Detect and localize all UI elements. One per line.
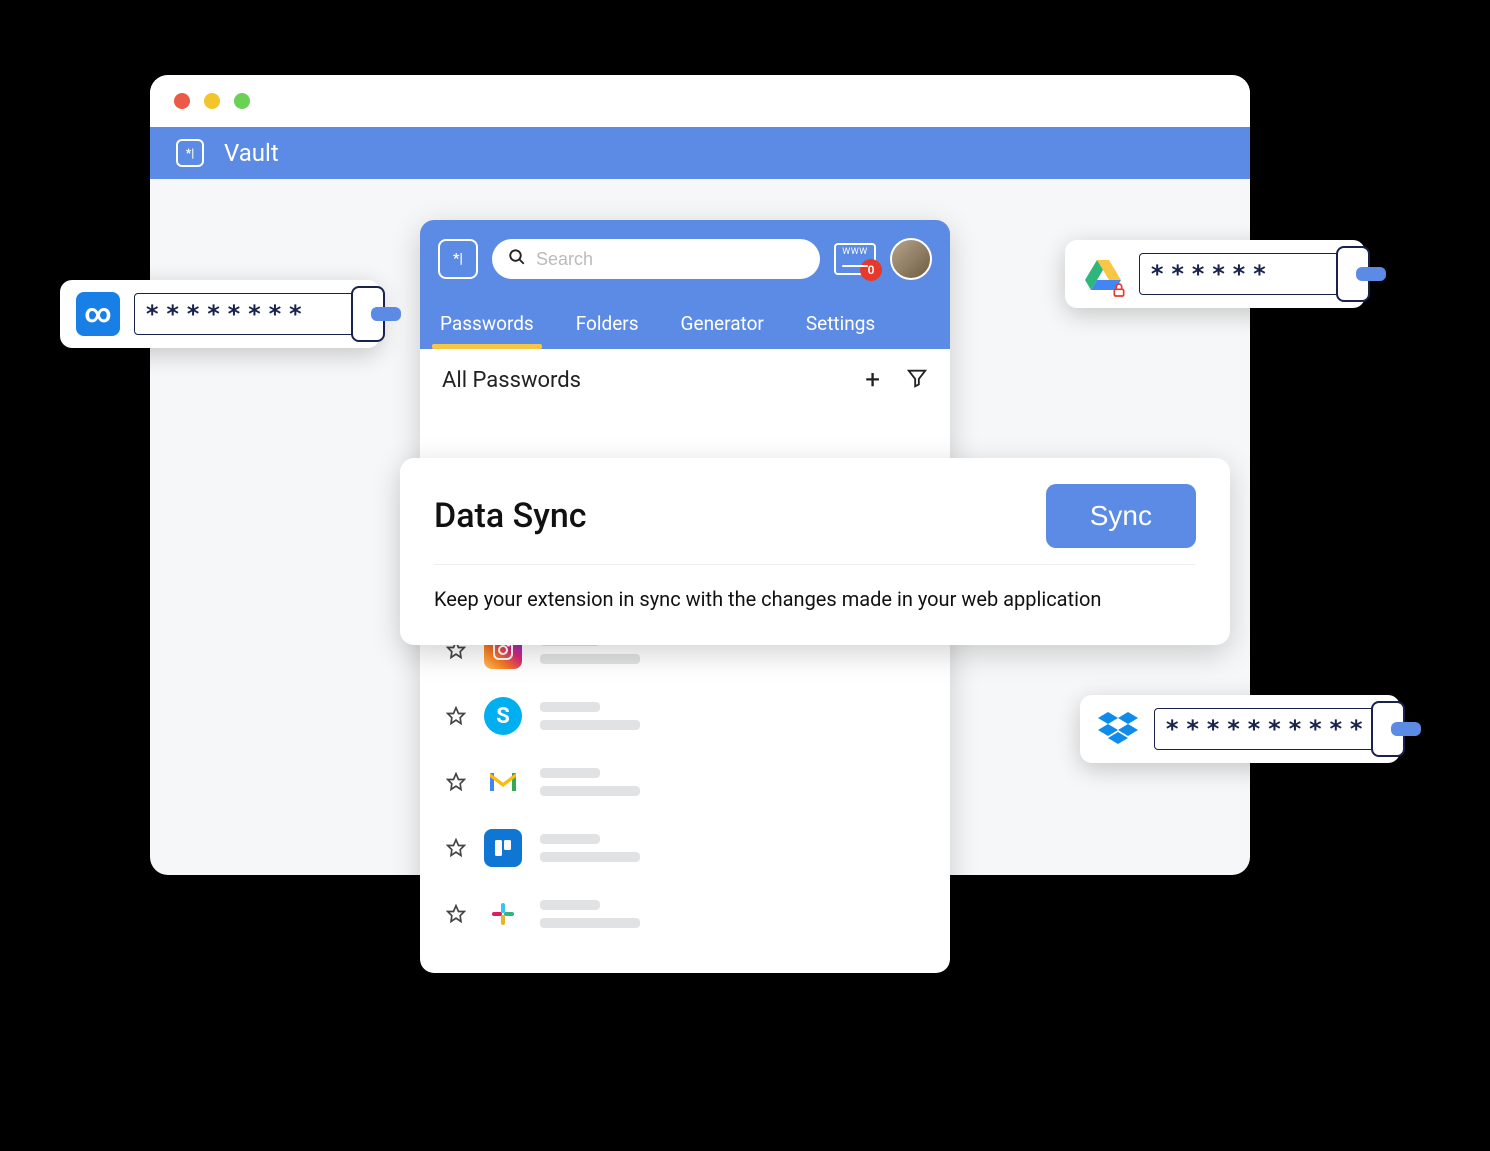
tab-settings[interactable]: Settings — [804, 302, 877, 349]
notification-badge: 0 — [860, 259, 882, 281]
gmail-icon — [484, 763, 522, 801]
slack-icon — [484, 895, 522, 933]
tab-bar: Passwords Folders Generator Settings — [438, 302, 932, 349]
search-input[interactable] — [492, 239, 820, 279]
app-header: *| Vault — [150, 127, 1250, 179]
plus-icon[interactable]: + — [865, 367, 880, 393]
sync-button[interactable]: Sync — [1046, 484, 1196, 548]
section-header: All Passwords + — [420, 349, 950, 411]
phone-icon — [351, 286, 385, 342]
search-field[interactable] — [536, 249, 804, 270]
masked-password: ****** — [1139, 253, 1349, 295]
masked-password: ********** — [1154, 708, 1384, 750]
maximize-icon[interactable] — [234, 93, 250, 109]
avatar[interactable] — [890, 238, 932, 280]
tab-passwords[interactable]: Passwords — [438, 302, 536, 349]
lock-icon — [1111, 282, 1127, 298]
list-item[interactable] — [440, 815, 930, 881]
vault-logo-icon: *| — [438, 239, 478, 279]
password-list: S — [420, 611, 950, 973]
search-icon — [508, 248, 526, 270]
password-pill-top-right: ****** — [1065, 240, 1365, 308]
sync-title: Data Sync — [434, 496, 587, 536]
section-title: All Passwords — [442, 368, 581, 393]
window-chrome — [150, 75, 1250, 127]
star-icon[interactable] — [446, 772, 466, 792]
masked-password: ******** — [134, 293, 364, 335]
tab-generator[interactable]: Generator — [679, 302, 766, 349]
close-icon[interactable] — [174, 93, 190, 109]
tab-folders[interactable]: Folders — [574, 302, 641, 349]
phone-icon — [1336, 246, 1370, 302]
list-item[interactable] — [440, 749, 930, 815]
star-icon[interactable] — [446, 838, 466, 858]
data-sync-card: Data Sync Sync Keep your extension in sy… — [400, 458, 1230, 645]
password-pill-bottom-right: ********** — [1080, 695, 1400, 763]
app-title: Vault — [224, 139, 279, 167]
dropbox-icon — [1096, 707, 1140, 751]
phone-icon — [1371, 701, 1405, 757]
vault-logo-icon: *| — [176, 139, 204, 167]
list-item[interactable] — [440, 881, 930, 947]
funnel-icon[interactable] — [906, 367, 928, 393]
trello-icon — [484, 829, 522, 867]
drive-icon — [1081, 252, 1125, 296]
password-pill-left: ∞ ******** — [60, 280, 380, 348]
star-icon[interactable] — [446, 904, 466, 924]
skype-icon: S — [484, 697, 522, 735]
list-item[interactable]: S — [440, 683, 930, 749]
minimize-icon[interactable] — [204, 93, 220, 109]
sync-description: Keep your extension in sync with the cha… — [434, 587, 1196, 611]
star-icon[interactable] — [446, 706, 466, 726]
www-icon[interactable]: 0 — [834, 243, 876, 275]
infinity-icon: ∞ — [76, 292, 120, 336]
